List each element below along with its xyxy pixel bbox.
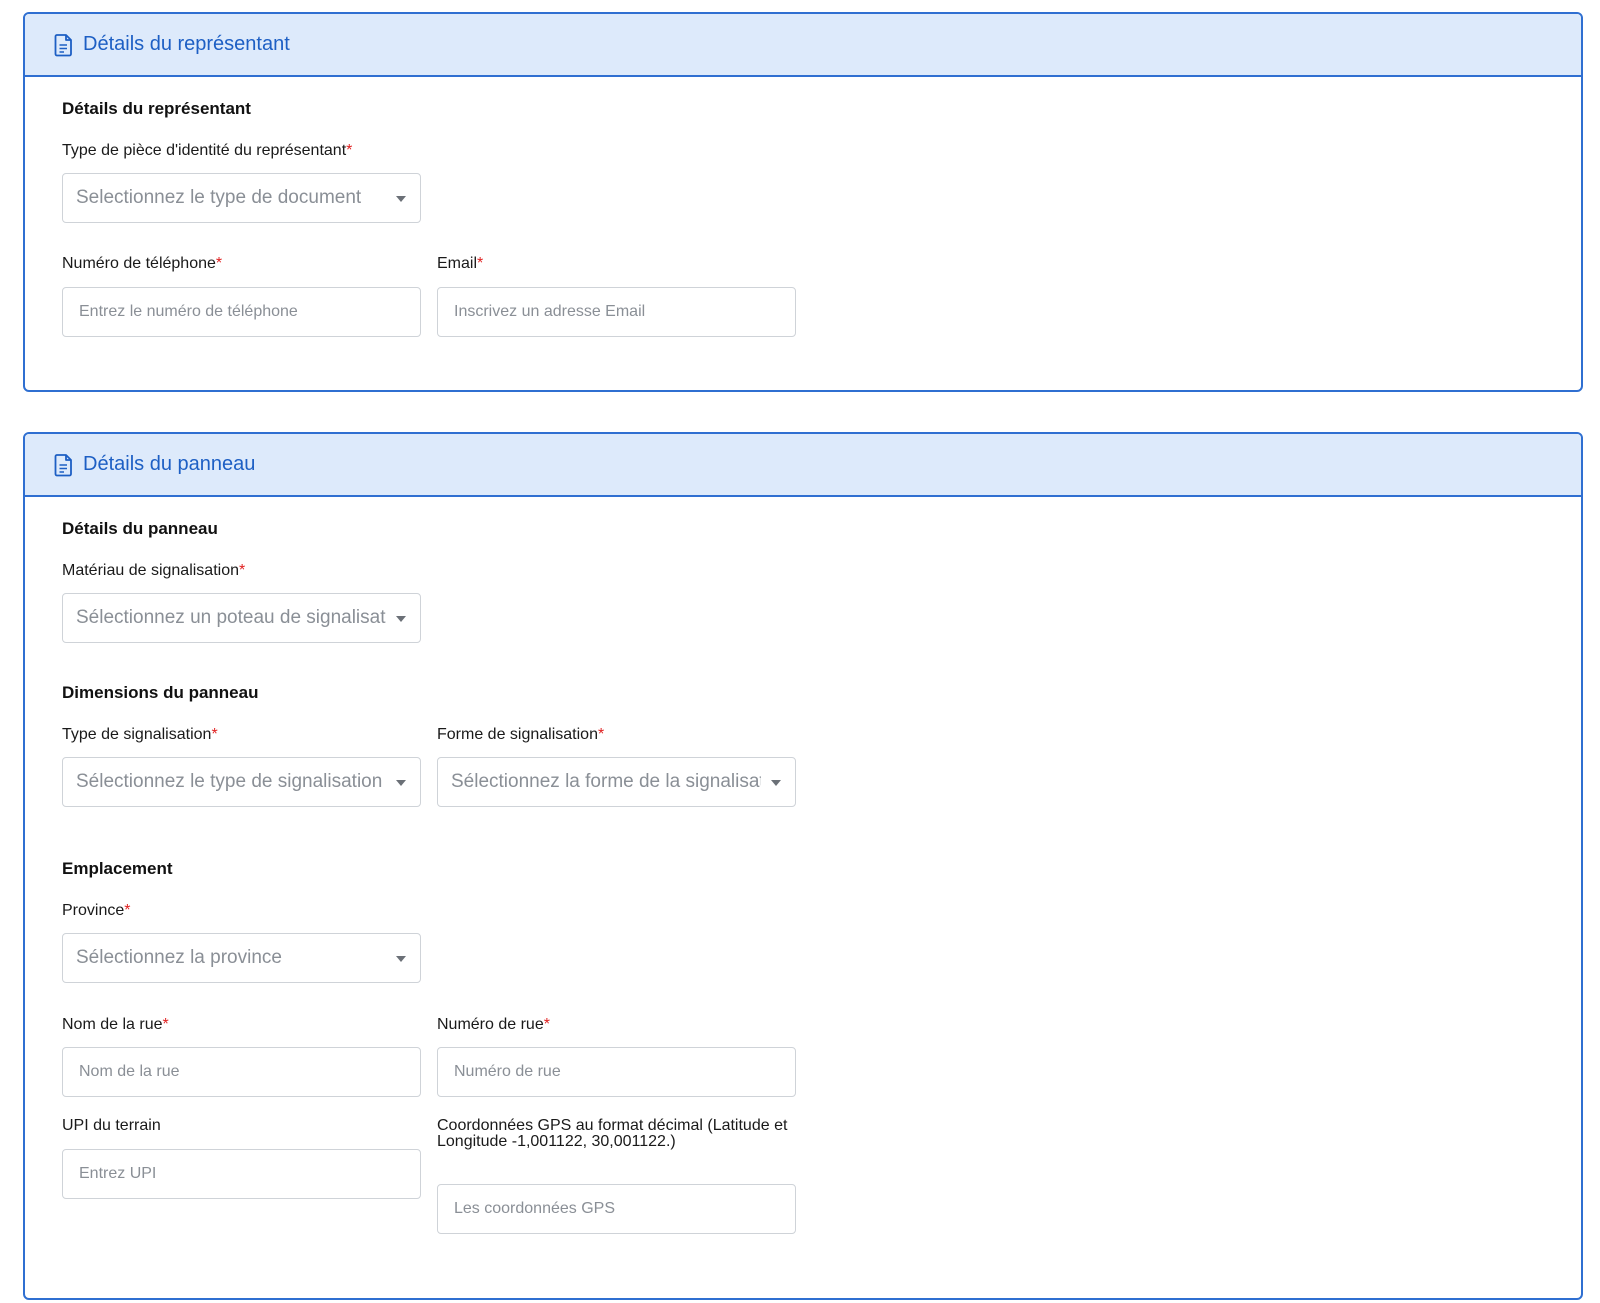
input-placeholder: Numéro de rue	[454, 1063, 561, 1080]
required-mark: *	[124, 902, 131, 919]
required-mark: *	[597, 726, 605, 743]
required-mark: *	[215, 255, 223, 272]
sign-shape-select[interactable]: Sélectionnez la forme de la signalisatio…	[437, 757, 796, 807]
material-label: Matériau de signalisation*	[62, 562, 246, 579]
street-name-input[interactable]: Nom de la rue	[62, 1047, 421, 1097]
section-title: Détails du représentant	[62, 99, 251, 118]
caret-down-icon	[396, 956, 406, 962]
location-section-title: Emplacement	[62, 859, 173, 878]
document-icon	[53, 453, 75, 477]
caret-down-icon	[396, 780, 406, 786]
input-placeholder: Entrez le numéro de téléphone	[79, 303, 298, 320]
sign-type-select[interactable]: Sélectionnez le type de signalisation	[62, 757, 421, 807]
representative-details-card: Détails du représentant Détails du repré…	[23, 12, 1583, 392]
card-header: Détails du représentant	[25, 14, 1581, 77]
card-title: Détails du représentant	[83, 33, 290, 55]
email-label: Email*	[437, 255, 484, 272]
select-placeholder: Sélectionnez le type de signalisation	[76, 771, 383, 792]
id-type-label: Type de pièce d'identité du représentant…	[62, 142, 353, 159]
email-input[interactable]: Inscrivez un adresse Email	[437, 287, 796, 337]
input-placeholder: Entrez UPI	[79, 1165, 157, 1182]
id-type-select[interactable]: Selectionnez le type de document	[62, 173, 421, 223]
required-mark: *	[346, 142, 353, 159]
caret-down-icon	[396, 196, 406, 202]
required-mark: *	[239, 562, 246, 579]
sign-shape-label: Forme de signalisation*	[437, 726, 605, 743]
input-placeholder: Inscrivez un adresse Email	[454, 303, 646, 320]
upi-label: UPI du terrain	[62, 1117, 161, 1134]
caret-down-icon	[771, 780, 781, 786]
street-number-label: Numéro de rue*	[437, 1016, 550, 1033]
select-placeholder: Selectionnez le type de document	[76, 187, 362, 208]
panel-details-card: Détails du panneau Détails du panneau Ma…	[23, 432, 1583, 1300]
required-mark: *	[211, 726, 218, 743]
sign-type-label: Type de signalisation*	[62, 726, 218, 743]
province-select[interactable]: Sélectionnez la province	[62, 933, 421, 983]
street-name-label: Nom de la rue*	[62, 1016, 169, 1033]
gps-label: Coordonnées GPS au format décimal (Latit…	[437, 1117, 788, 1150]
document-icon	[53, 33, 75, 57]
required-mark: *	[477, 255, 484, 272]
province-label: Province*	[62, 902, 131, 919]
required-mark: *	[162, 1016, 169, 1033]
card-header: Détails du panneau	[25, 434, 1581, 497]
phone-input[interactable]: Entrez le numéro de téléphone	[62, 287, 421, 337]
select-placeholder: Sélectionnez un poteau de signalisation	[76, 607, 386, 628]
section-title: Détails du panneau	[62, 519, 218, 538]
card-title: Détails du panneau	[83, 453, 256, 475]
material-select[interactable]: Sélectionnez un poteau de signalisation	[62, 593, 421, 643]
caret-down-icon	[396, 616, 406, 622]
street-number-input[interactable]: Numéro de rue	[437, 1047, 796, 1097]
phone-label: Numéro de téléphone*	[62, 255, 223, 272]
required-mark: *	[543, 1016, 550, 1033]
select-placeholder: Sélectionnez la forme de la signalisatio…	[451, 771, 761, 792]
upi-input[interactable]: Entrez UPI	[62, 1149, 421, 1199]
input-placeholder: Nom de la rue	[79, 1063, 180, 1080]
select-placeholder: Sélectionnez la province	[76, 947, 282, 968]
gps-input[interactable]: Les coordonnées GPS	[437, 1184, 796, 1234]
dimensions-section-title: Dimensions du panneau	[62, 683, 259, 702]
input-placeholder: Les coordonnées GPS	[454, 1200, 615, 1217]
